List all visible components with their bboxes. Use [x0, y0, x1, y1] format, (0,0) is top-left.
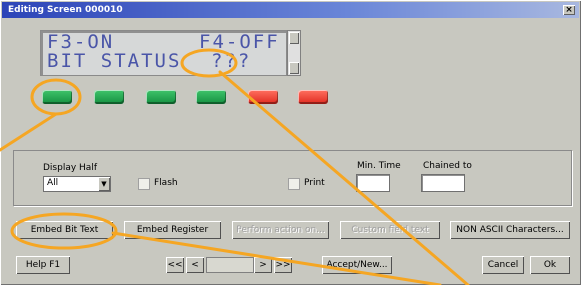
lcd-line2-right: ??? — [211, 50, 252, 72]
accept-new-button[interactable]: Accept/New... — [322, 256, 392, 274]
chained-to-label: Chained to — [423, 161, 472, 171]
bit-status-lamp-6[interactable] — [298, 90, 328, 104]
bit-status-lamp-3[interactable] — [146, 90, 176, 104]
scroll-down-icon[interactable] — [289, 62, 299, 74]
non-ascii-characters-button[interactable]: NON ASCII Characters... — [450, 221, 570, 239]
close-icon[interactable]: × — [563, 5, 575, 15]
display-half-select[interactable]: All ▼ — [43, 176, 111, 192]
first-record-button[interactable]: << — [166, 257, 184, 273]
scroll-up-icon[interactable] — [289, 32, 299, 44]
cancel-button[interactable]: Cancel — [482, 256, 524, 274]
print-label: Print — [304, 178, 325, 188]
chained-to-field[interactable] — [421, 174, 465, 192]
next-record-button[interactable]: > — [254, 257, 272, 273]
flash-label: Flash — [154, 178, 178, 188]
embed-bit-text-button[interactable]: Embed Bit Text — [16, 221, 113, 239]
record-number-field[interactable] — [206, 257, 254, 273]
chevron-down-icon[interactable]: ▼ — [98, 177, 110, 191]
display-half-value: All — [47, 178, 59, 188]
editing-screen-window: Editing Screen 000010 × F3-ON F4-OFF BIT… — [0, 0, 581, 285]
bit-status-lamp-1[interactable] — [42, 90, 72, 104]
window-title: Editing Screen 000010 — [8, 5, 123, 15]
window-title-bar[interactable]: Editing Screen 000010 × — [2, 2, 579, 18]
prev-record-button[interactable]: < — [186, 257, 204, 273]
min-time-label: Min. Time — [357, 161, 401, 171]
flash-checkbox[interactable] — [138, 178, 150, 190]
print-checkbox[interactable] — [288, 178, 300, 190]
perform-action-button[interactable]: Perform action on... — [232, 221, 329, 239]
lcd-message-preview[interactable]: F3-ON F4-OFF BIT STATUS ??? — [40, 30, 287, 76]
custom-field-button[interactable]: Custom field text — [340, 221, 440, 239]
bit-status-lamp-2[interactable] — [94, 90, 124, 104]
lcd-scrollbar[interactable] — [287, 30, 301, 76]
lcd-line2-left: BIT STATUS — [47, 50, 182, 72]
bit-status-lamp-4[interactable] — [196, 90, 226, 104]
help-button[interactable]: Help F1 — [16, 256, 70, 274]
ok-button[interactable]: Ok — [530, 256, 570, 274]
last-record-button[interactable]: >> — [274, 257, 292, 273]
display-half-label: Display Half — [43, 163, 97, 173]
bit-status-lamp-5[interactable] — [248, 90, 278, 104]
embed-register-button[interactable]: Embed Register — [124, 221, 221, 239]
min-time-field[interactable] — [356, 174, 390, 192]
